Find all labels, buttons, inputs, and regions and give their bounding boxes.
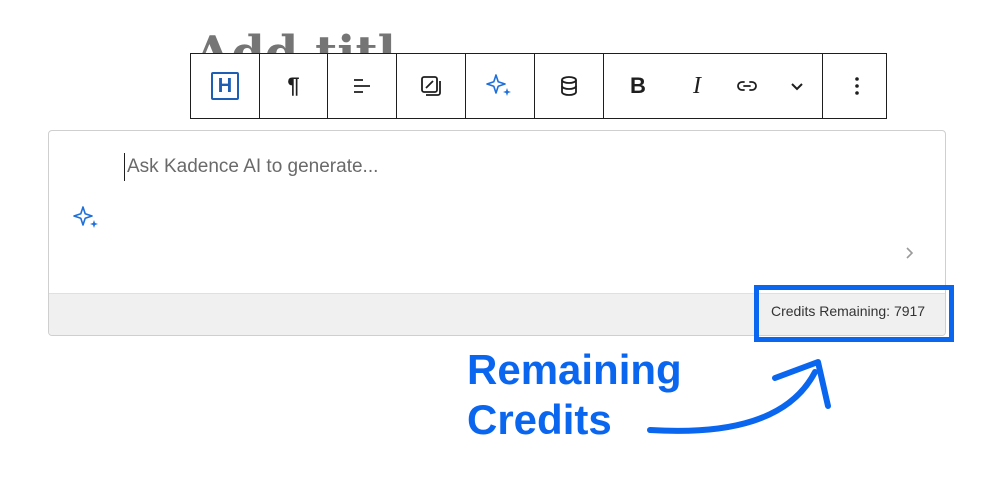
toolbar-group-transform: ¶: [260, 54, 397, 118]
link-button[interactable]: [722, 54, 772, 118]
ai-sparkle-icon: [73, 206, 98, 228]
chevron-down-icon: [791, 83, 803, 91]
database-icon: [561, 76, 577, 96]
paragraph-icon: ¶: [287, 73, 300, 98]
toolbar-group-data: [535, 54, 604, 118]
more-formats-button[interactable]: [772, 54, 822, 118]
block-toolbar: H ¶ B I: [190, 53, 887, 119]
toolbar-group-block: H: [191, 54, 260, 118]
ai-sparkle-icon: [486, 74, 511, 96]
credits-highlight-box: [754, 285, 954, 342]
align-left-icon: [354, 79, 370, 93]
page-title[interactable]: Add title: [194, 22, 394, 54]
paragraph-button[interactable]: ¶: [260, 54, 328, 118]
toolbar-group-format: B I: [604, 54, 823, 118]
annotation-arrow: [647, 359, 831, 434]
toolbar-group-options: [823, 54, 891, 118]
italic-icon: I: [693, 72, 701, 99]
align-button[interactable]: [328, 54, 396, 118]
toolbar-group-ai: [466, 54, 535, 118]
toolbar-group-image: [397, 54, 466, 118]
dynamic-content-button[interactable]: [535, 54, 603, 118]
image-frame-button[interactable]: [397, 54, 465, 118]
italic-button[interactable]: I: [672, 54, 722, 118]
heading-block-button[interactable]: H: [191, 54, 259, 118]
chevron-right-icon[interactable]: [904, 244, 916, 262]
bold-button[interactable]: B: [604, 54, 672, 118]
heading-icon: H: [211, 72, 239, 100]
kadence-ai-button[interactable]: [466, 54, 534, 118]
ai-prompt-input[interactable]: [124, 153, 727, 181]
options-button[interactable]: [823, 54, 891, 118]
image-frame-icon: [421, 76, 441, 96]
more-vertical-icon: [855, 77, 859, 95]
link-icon: [737, 81, 757, 91]
bold-icon: B: [630, 73, 646, 98]
